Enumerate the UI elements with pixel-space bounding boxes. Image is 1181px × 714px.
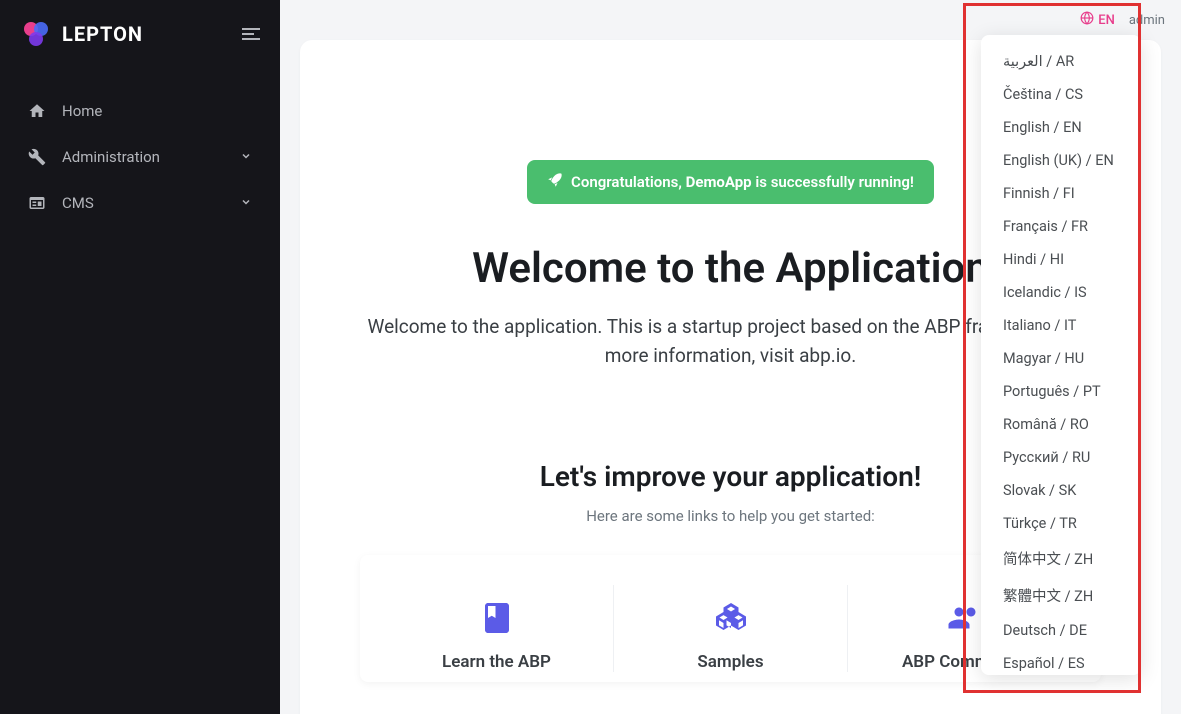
language-option[interactable]: English (UK) / EN — [981, 144, 1141, 177]
language-option[interactable]: 繁體中文 / ZH — [981, 577, 1141, 614]
language-option[interactable]: Hindi / HI — [981, 243, 1141, 276]
language-option[interactable]: Română / RO — [981, 408, 1141, 441]
community-icon — [947, 600, 983, 636]
current-language: EN — [1098, 13, 1115, 28]
alert-text: Congratulations, DemoApp is successfully… — [571, 173, 914, 191]
chevron-down-icon — [240, 148, 252, 166]
language-toggle[interactable]: EN — [1080, 11, 1115, 29]
wrench-icon — [28, 148, 46, 166]
language-option[interactable]: Slovak / SK — [981, 474, 1141, 507]
language-option[interactable]: English / EN — [981, 111, 1141, 144]
topbar: EN admin — [280, 0, 1181, 40]
cubes-icon — [713, 600, 749, 636]
sidebar: LEPTON Home Administration CMS — [0, 0, 280, 714]
home-icon — [28, 102, 46, 120]
language-dropdown: العربية / ARČeština / CSEnglish / ENEngl… — [981, 35, 1141, 675]
language-option[interactable]: Español / ES — [981, 647, 1141, 675]
globe-icon — [1080, 11, 1094, 29]
sidebar-item-label: Administration — [62, 148, 160, 166]
rocket-icon — [547, 172, 563, 192]
chevron-down-icon — [240, 194, 252, 212]
language-option[interactable]: 简体中文 / ZH — [981, 540, 1141, 577]
language-option[interactable]: Français / FR — [981, 210, 1141, 243]
language-option[interactable]: العربية / AR — [981, 45, 1141, 78]
card-title: Learn the ABP — [400, 652, 593, 672]
logo-icon — [20, 18, 52, 50]
brand-name: LEPTON — [62, 22, 143, 46]
sidebar-item-administration[interactable]: Administration — [10, 134, 270, 180]
language-option[interactable]: Magyar / HU — [981, 342, 1141, 375]
main: EN admin Congratulations, DemoApp is suc… — [280, 0, 1181, 714]
sidebar-item-label: Home — [62, 102, 102, 120]
language-option[interactable]: Icelandic / IS — [981, 276, 1141, 309]
nav: Home Administration CMS — [0, 68, 280, 246]
card-title: Samples — [634, 652, 827, 672]
language-option[interactable]: Português / PT — [981, 375, 1141, 408]
sidebar-header: LEPTON — [0, 0, 280, 68]
card-samples[interactable]: Samples — [614, 585, 848, 672]
language-option[interactable]: Türkçe / TR — [981, 507, 1141, 540]
language-option[interactable]: Čeština / CS — [981, 78, 1141, 111]
newspaper-icon — [28, 194, 46, 212]
sidebar-item-home[interactable]: Home — [10, 88, 270, 134]
language-option[interactable]: Deutsch / DE — [981, 614, 1141, 647]
book-icon — [479, 600, 515, 636]
language-option[interactable]: Italiano / IT — [981, 309, 1141, 342]
success-alert: Congratulations, DemoApp is successfully… — [527, 160, 934, 204]
user-name[interactable]: admin — [1129, 13, 1165, 28]
language-option[interactable]: Finnish / FI — [981, 177, 1141, 210]
menu-toggle-icon[interactable] — [242, 28, 260, 40]
language-option[interactable]: Русский / RU — [981, 441, 1141, 474]
sidebar-item-label: CMS — [62, 194, 94, 212]
sidebar-item-cms[interactable]: CMS — [10, 180, 270, 226]
logo[interactable]: LEPTON — [20, 18, 143, 50]
card-learn-abp[interactable]: Learn the ABP — [380, 585, 614, 672]
